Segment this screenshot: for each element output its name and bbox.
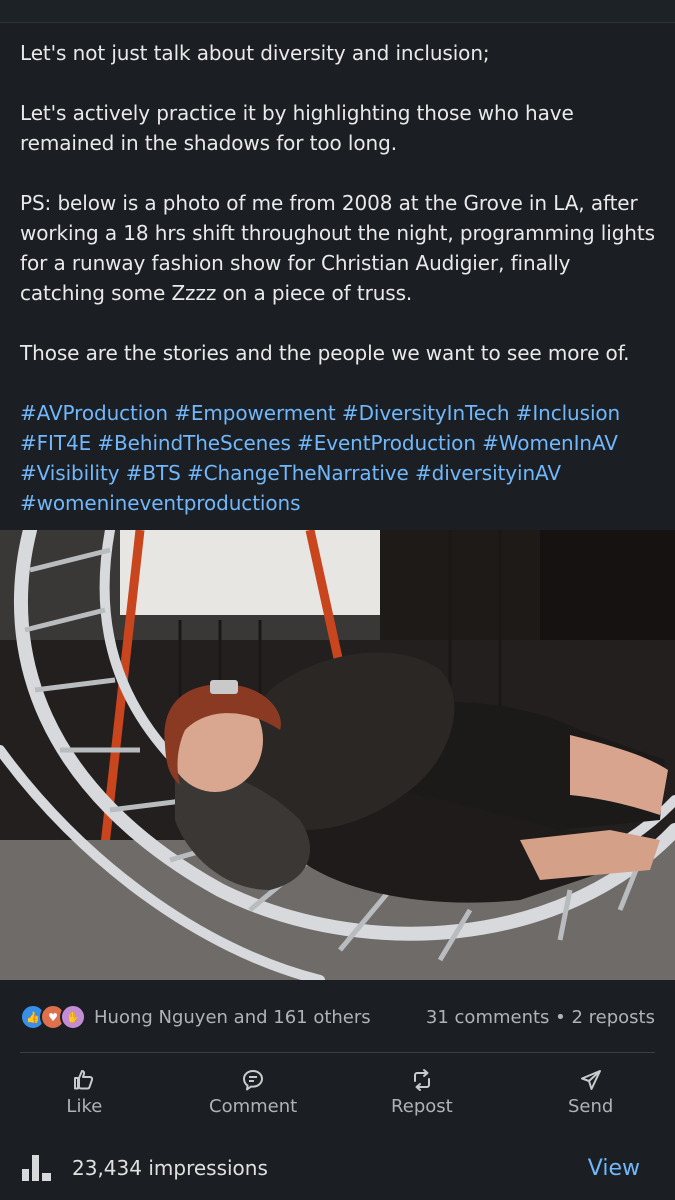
reactors-text[interactable]: Huong Nguyen and 161 others: [94, 1007, 371, 1028]
send-button[interactable]: Send: [506, 1062, 675, 1122]
impressions-row: 23,434 impressions View: [20, 1148, 640, 1188]
impressions-count: 23,434 impressions: [72, 1156, 268, 1180]
post-photo[interactable]: [0, 530, 675, 980]
post-paragraph: Those are the stories and the people we …: [20, 341, 630, 365]
repost-label: Repost: [391, 1095, 453, 1117]
post-paragraph: Let's not just talk about diversity and …: [20, 41, 490, 65]
post-text: Let's not just talk about diversity and …: [20, 38, 660, 518]
divider: [20, 1052, 655, 1053]
support-icon: ✋: [60, 1004, 86, 1030]
comments-reposts-count[interactable]: 31 comments • 2 reposts: [426, 1007, 655, 1028]
post-paragraph: PS: below is a photo of me from 2008 at …: [20, 191, 655, 305]
bar-chart-icon: [22, 1155, 51, 1181]
engagement-stats: 👍 ♥ ✋ Huong Nguyen and 161 others 31 com…: [20, 1000, 655, 1034]
send-icon: [580, 1069, 601, 1090]
like-button[interactable]: Like: [0, 1062, 169, 1122]
repost-button[interactable]: Repost: [338, 1062, 507, 1122]
comment-icon: [243, 1069, 264, 1090]
top-bar: [0, 0, 675, 23]
photo-illustration: [0, 530, 675, 980]
send-label: Send: [567, 1095, 614, 1117]
view-analytics-link[interactable]: View: [588, 1156, 640, 1181]
repost-icon: [413, 1068, 430, 1091]
hashtags[interactable]: #AVProduction #Empowerment #DiversityInT…: [20, 398, 660, 518]
thumbs-up-icon: [74, 1069, 94, 1089]
reactions-summary[interactable]: 👍 ♥ ✋ Huong Nguyen and 161 others: [20, 1004, 371, 1030]
comment-button[interactable]: Comment: [169, 1062, 338, 1122]
post-paragraph: Let's actively practice it by highlighti…: [20, 101, 574, 155]
like-label: Like: [66, 1095, 103, 1117]
action-bar: Like Comment Repost Send: [0, 1062, 675, 1122]
reaction-icons: 👍 ♥ ✋: [20, 1004, 86, 1030]
comment-label: Comment: [209, 1095, 298, 1117]
